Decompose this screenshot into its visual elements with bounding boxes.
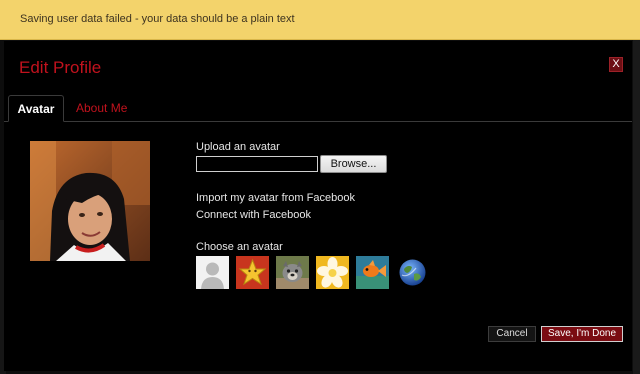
cancel-button[interactable]: Cancel bbox=[488, 326, 536, 342]
avatar-choice-star[interactable] bbox=[236, 256, 269, 289]
current-avatar-photo bbox=[30, 141, 150, 261]
dialog-title: Edit Profile bbox=[19, 58, 102, 77]
import-facebook-link[interactable]: Import my avatar from Facebook bbox=[196, 192, 355, 204]
close-button[interactable]: X bbox=[609, 57, 623, 72]
connect-facebook-link[interactable]: Connect with Facebook bbox=[196, 209, 311, 221]
tab-about-me[interactable]: About Me bbox=[76, 95, 127, 122]
avatar-choice-default[interactable] bbox=[196, 256, 229, 289]
error-banner: Saving user data failed - your data shou… bbox=[0, 0, 640, 40]
error-message: Saving user data failed - your data shou… bbox=[20, 13, 295, 25]
save-done-button[interactable]: Save, I'm Done bbox=[541, 326, 623, 342]
tab-avatar[interactable]: Avatar bbox=[8, 95, 64, 122]
avatar-choice-goldfish[interactable] bbox=[356, 256, 389, 289]
page-background-edge bbox=[633, 40, 640, 374]
default-person-icon bbox=[196, 256, 229, 289]
choose-avatar-label: Choose an avatar bbox=[196, 241, 283, 253]
avatar-file-input[interactable] bbox=[196, 156, 318, 172]
avatar-choice-flower[interactable] bbox=[316, 256, 349, 289]
earth-globe-icon bbox=[396, 256, 429, 289]
browse-button[interactable]: Browse... bbox=[320, 155, 387, 173]
avatar-choice-dog[interactable] bbox=[276, 256, 309, 289]
dog-icon bbox=[276, 256, 309, 289]
edit-profile-dialog: Edit Profile X Avatar About Me Upload an… bbox=[4, 41, 632, 371]
gold-star-icon bbox=[236, 256, 269, 289]
avatar-choice-globe[interactable] bbox=[396, 256, 429, 289]
upload-avatar-label: Upload an avatar bbox=[196, 141, 280, 153]
flower-icon bbox=[316, 256, 349, 289]
goldfish-icon bbox=[356, 256, 389, 289]
